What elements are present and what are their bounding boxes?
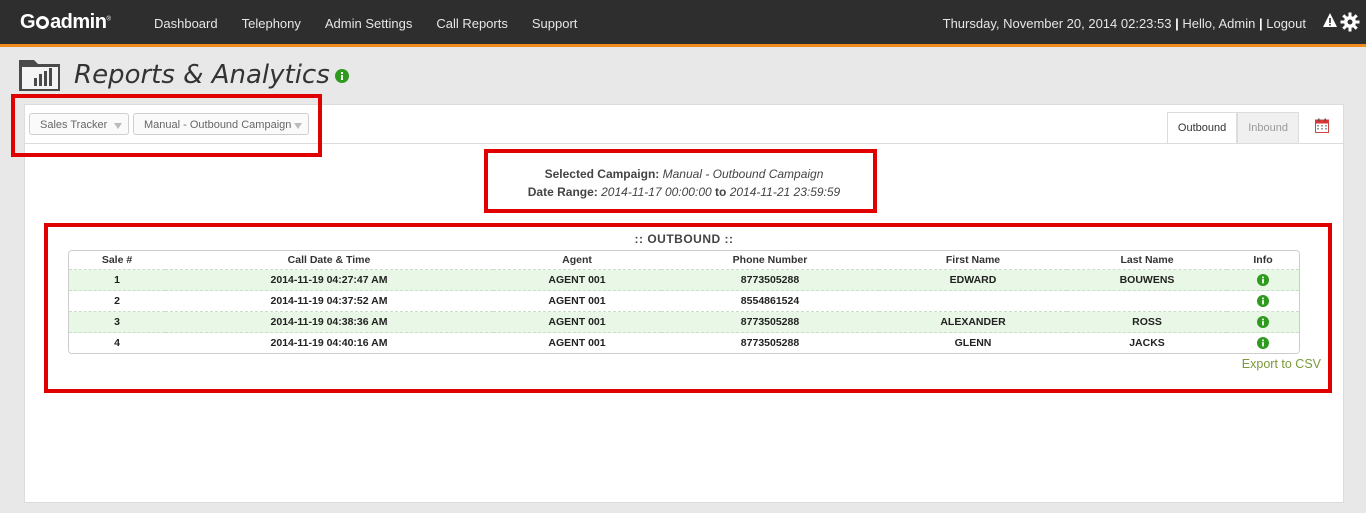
col-header-last-name: Last Name bbox=[1067, 251, 1227, 270]
cell-phone: 8773505288 bbox=[661, 269, 879, 291]
date-range-line: Date Range: 2014-11-17 00:00:00 to 2014-… bbox=[25, 183, 1343, 201]
info-icon[interactable] bbox=[1257, 316, 1269, 329]
info-icon[interactable] bbox=[1257, 337, 1269, 350]
main-nav: Dashboard Telephony Admin Settings Call … bbox=[142, 0, 589, 44]
cell-agent: AGENT 001 bbox=[493, 269, 661, 291]
report-toolbar: Sales Tracker Manual - Outbound Campaign… bbox=[25, 105, 1343, 144]
warning-icon[interactable] bbox=[1322, 12, 1338, 28]
cell-last-name: ROSS bbox=[1067, 311, 1227, 333]
cell-agent: AGENT 001 bbox=[493, 332, 661, 353]
reports-panel: Sales Tracker Manual - Outbound Campaign… bbox=[24, 104, 1344, 503]
cell-info bbox=[1227, 269, 1299, 291]
nav-call-reports[interactable]: Call Reports bbox=[424, 0, 520, 44]
goadmin-logo[interactable]: Gadmin® bbox=[20, 11, 111, 34]
col-header-first-name: First Name bbox=[879, 251, 1067, 270]
cell-call-datetime: 2014-11-19 04:38:36 AM bbox=[165, 311, 493, 333]
date-range-to: to bbox=[715, 185, 727, 199]
cell-first-name: ALEXANDER bbox=[879, 311, 1067, 333]
date-range-start: 2014-11-17 00:00:00 bbox=[601, 185, 712, 199]
cell-last-name bbox=[1067, 290, 1227, 312]
cell-last-name: JACKS bbox=[1067, 332, 1227, 353]
campaign-select-value: Manual - Outbound Campaign bbox=[144, 119, 292, 131]
info-icon[interactable] bbox=[1257, 274, 1269, 287]
cell-first-name: EDWARD bbox=[879, 269, 1067, 291]
table-row: 4 2014-11-19 04:40:16 AM AGENT 001 87735052… bbox=[69, 332, 1299, 353]
cell-phone: 8773505288 bbox=[661, 332, 879, 353]
table-header-row: Sale # Call Date & Time Agent Phone Numb… bbox=[69, 251, 1299, 270]
cell-sale: 2 bbox=[69, 290, 165, 312]
table-row: 1 2014-11-19 04:27:47 AM AGENT 001 87735052… bbox=[69, 269, 1299, 291]
selected-campaign-label: Selected Campaign: bbox=[544, 167, 660, 181]
cell-first-name bbox=[879, 290, 1067, 312]
chevron-down-icon bbox=[114, 123, 122, 129]
cell-first-name: GLENN bbox=[879, 332, 1067, 353]
cell-call-datetime: 2014-11-19 04:27:47 AM bbox=[165, 269, 493, 291]
current-datetime: Thursday, November 20, 2014 02:23:53 bbox=[942, 16, 1172, 31]
cell-call-datetime: 2014-11-19 04:40:16 AM bbox=[165, 332, 493, 353]
outbound-table-container: Sale # Call Date & Time Agent Phone Numb… bbox=[68, 250, 1300, 354]
cell-info bbox=[1227, 311, 1299, 333]
outbound-sales-table: Sale # Call Date & Time Agent Phone Numb… bbox=[69, 251, 1299, 353]
calendar-icon[interactable] bbox=[1315, 118, 1329, 133]
cell-last-name: BOUWENS bbox=[1067, 269, 1227, 291]
col-header-sale: Sale # bbox=[69, 251, 165, 270]
nav-dashboard[interactable]: Dashboard bbox=[142, 0, 230, 44]
greeting: Hello, Admin bbox=[1182, 16, 1256, 31]
campaign-summary: Selected Campaign: Manual - Outbound Cam… bbox=[25, 165, 1343, 201]
nav-support[interactable]: Support bbox=[520, 0, 590, 44]
gear-icon[interactable] bbox=[1340, 12, 1360, 32]
cell-sale: 4 bbox=[69, 332, 165, 353]
cell-agent: AGENT 001 bbox=[493, 311, 661, 333]
page-title: Reports & Analytics bbox=[74, 60, 330, 90]
date-range-label: Date Range: bbox=[527, 185, 598, 199]
logout-link[interactable]: Logout bbox=[1266, 16, 1306, 31]
cell-phone: 8773505288 bbox=[661, 311, 879, 333]
table-row: 3 2014-11-19 04:38:36 AM AGENT 001 87735052… bbox=[69, 311, 1299, 333]
cell-agent: AGENT 001 bbox=[493, 290, 661, 312]
outbound-table-body: 1 2014-11-19 04:27:47 AM AGENT 001 87735052… bbox=[69, 269, 1299, 353]
cell-info bbox=[1227, 332, 1299, 353]
reports-folder-icon bbox=[19, 60, 60, 91]
report-type-select[interactable]: Sales Tracker bbox=[29, 113, 129, 135]
col-header-call-datetime: Call Date & Time bbox=[165, 251, 493, 270]
top-nav-bar: Gadmin® Dashboard Telephony Admin Settin… bbox=[0, 0, 1366, 47]
date-range-end: 2014-11-21 23:59:59 bbox=[729, 185, 841, 199]
top-icons bbox=[1322, 12, 1360, 32]
campaign-select[interactable]: Manual - Outbound Campaign bbox=[133, 113, 309, 135]
tab-inbound[interactable]: Inbound bbox=[1237, 112, 1299, 143]
nav-admin-settings[interactable]: Admin Settings bbox=[313, 0, 424, 44]
chevron-down-icon bbox=[294, 123, 302, 129]
outbound-section-title: :: OUTBOUND :: bbox=[634, 232, 734, 246]
cell-phone: 8554861524 bbox=[661, 290, 879, 312]
nav-telephony[interactable]: Telephony bbox=[230, 0, 313, 44]
info-icon[interactable] bbox=[1257, 295, 1269, 308]
table-row: 2 2014-11-19 04:37:52 AM AGENT 001 85548615… bbox=[69, 290, 1299, 312]
direction-tabs: Outbound Inbound bbox=[1166, 112, 1299, 143]
cell-call-datetime: 2014-11-19 04:37:52 AM bbox=[165, 290, 493, 312]
selected-campaign-line: Selected Campaign: Manual - Outbound Cam… bbox=[25, 165, 1343, 183]
cell-info bbox=[1227, 290, 1299, 312]
cell-sale: 1 bbox=[69, 269, 165, 291]
export-csv-link[interactable]: Export to CSV bbox=[1242, 357, 1321, 371]
tab-outbound[interactable]: Outbound bbox=[1166, 112, 1238, 143]
col-header-phone: Phone Number bbox=[661, 251, 879, 270]
info-icon[interactable] bbox=[335, 69, 349, 83]
user-status: Thursday, November 20, 2014 02:23:53 | H… bbox=[942, 16, 1306, 31]
col-header-info: Info bbox=[1227, 251, 1299, 270]
selected-campaign-value: Manual - Outbound Campaign bbox=[662, 167, 824, 181]
col-header-agent: Agent bbox=[493, 251, 661, 270]
report-type-value: Sales Tracker bbox=[40, 119, 108, 131]
cell-sale: 3 bbox=[69, 311, 165, 333]
